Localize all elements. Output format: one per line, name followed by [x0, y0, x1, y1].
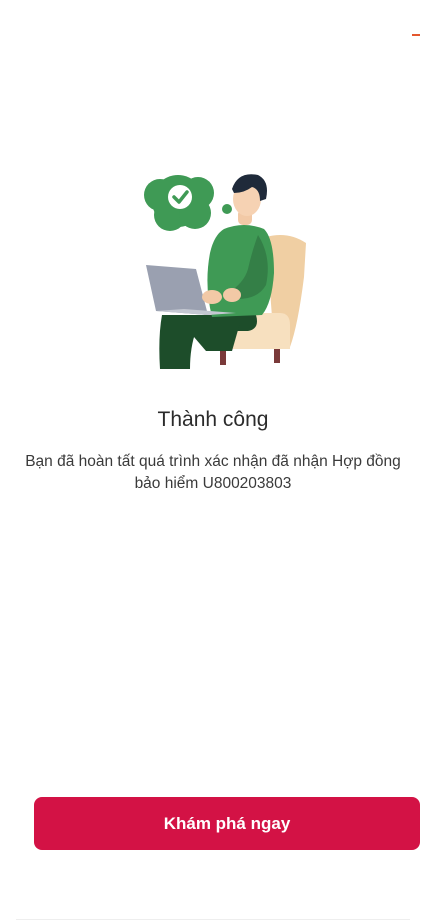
bottom-divider: [16, 919, 410, 920]
success-title: Thành công: [157, 408, 269, 431]
explore-now-button[interactable]: Khám phá ngay: [34, 797, 420, 850]
person-with-laptop-icon: [144, 174, 306, 369]
confirmation-message: Bạn đã hoàn tất quá trình xác nhận đã nh…: [25, 453, 401, 492]
check-cloud-icon: [144, 175, 232, 231]
success-illustration: [140, 165, 312, 373]
dismiss-icon[interactable]: [412, 34, 420, 36]
